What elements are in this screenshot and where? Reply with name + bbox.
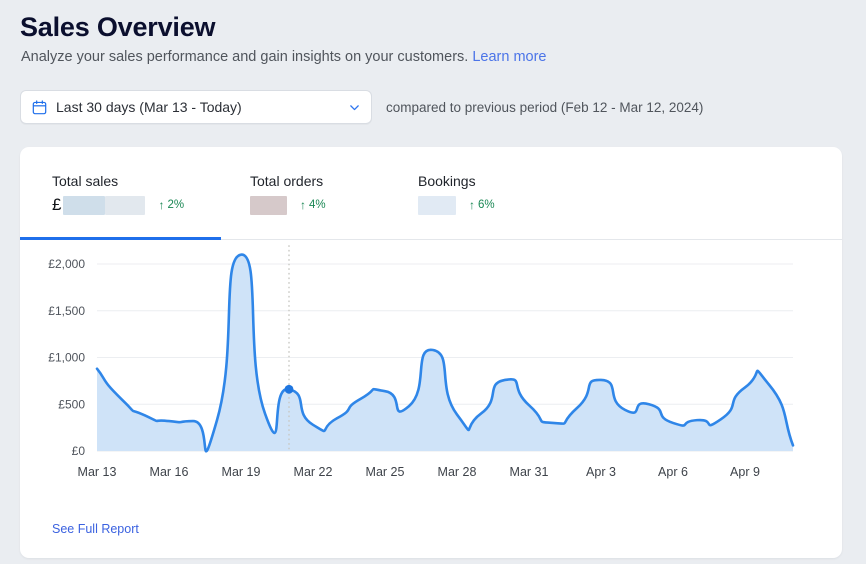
- x-axis-tick-label: Mar 16: [150, 465, 189, 479]
- page-title: Sales Overview: [20, 12, 216, 42]
- redacted-value-block: [250, 195, 287, 215]
- redacted-value-block: [105, 195, 146, 215]
- metric-value-bookings: ↑ 6%: [418, 195, 495, 215]
- x-axis-tick-label: Mar 19: [222, 465, 261, 479]
- metric-delta-total-orders: ↑ 4%: [300, 199, 326, 211]
- metric-value-total-orders: ↑ 4%: [250, 195, 326, 215]
- arrow-up-icon: ↑: [469, 198, 475, 212]
- sales-area-chart[interactable]: £0£500£1,000£1,500£2,000 Mar 13 Mar 16 Mar…: [20, 240, 842, 508]
- x-axis-tick-label: Mar 28: [438, 465, 477, 479]
- y-axis-tick-label: £0: [72, 444, 86, 458]
- page-subtitle: Analyze your sales performance and gain …: [21, 47, 547, 67]
- metric-delta-value: 4%: [309, 199, 326, 211]
- compare-period-text: compared to previous period (Feb 12 - Ma…: [386, 99, 704, 115]
- learn-more-link[interactable]: Learn more: [472, 49, 546, 65]
- metric-tabs: Total sales £ ↑ 2% Total orders ↑ 4% Boo…: [20, 147, 842, 240]
- page-subtitle-text: Analyze your sales performance and gain …: [21, 49, 469, 65]
- arrow-up-icon: ↑: [158, 198, 165, 212]
- metric-value-total-sales: £ ↑ 2%: [52, 195, 184, 215]
- y-axis-tick-label: £500: [58, 397, 85, 411]
- see-full-report-link[interactable]: See Full Report: [52, 522, 139, 536]
- x-axis-tick-label: Mar 22: [294, 465, 333, 479]
- date-range-value: Last 30 days (Mar 13 - Today): [56, 99, 242, 115]
- chart-x-axis-labels: Mar 13 Mar 16 Mar 19 Mar 22 Mar 25 Mar 28 Mar …: [78, 465, 760, 479]
- sales-card: Total sales £ ↑ 2% Total orders ↑ 4% Boo…: [20, 147, 842, 558]
- y-axis-tick-label: £1,500: [48, 304, 85, 318]
- metric-delta-bookings: ↑ 6%: [469, 199, 495, 211]
- y-axis-tick-label: £2,000: [48, 257, 85, 271]
- chart-y-axis-labels: £0 £500 £1,000 £1,500 £2,000: [48, 257, 85, 458]
- currency-symbol: £: [52, 195, 62, 214]
- x-axis-tick-label: Mar 31: [510, 465, 549, 479]
- metric-delta-value: 2%: [167, 199, 185, 211]
- x-axis-tick-label: Apr 6: [658, 465, 688, 479]
- sales-chart: £0 £500 £1,000 £1,500 £2,000 Mar 13 Mar 16 Mar…: [20, 240, 842, 508]
- sales-overview-page: Sales Overview Analyze your sales perfor…: [0, 0, 866, 564]
- metric-label-bookings: Bookings: [418, 173, 476, 189]
- redacted-value-block: [63, 195, 106, 215]
- date-range-row: Last 30 days (Mar 13 - Today) compared t…: [20, 90, 703, 124]
- chevron-down-icon[interactable]: [348, 101, 361, 114]
- metric-delta-value: 6%: [478, 199, 495, 211]
- metric-delta-total-sales: ↑ 2%: [158, 199, 184, 211]
- metric-label-total-sales: Total sales: [52, 173, 119, 189]
- metric-tab-bookings[interactable]: Bookings ↑ 6%: [418, 172, 495, 215]
- date-range-select[interactable]: Last 30 days (Mar 13 - Today): [20, 90, 372, 124]
- redacted-value-block: [418, 195, 456, 215]
- y-axis-tick-label: £1,000: [48, 351, 85, 365]
- metric-tab-total-orders[interactable]: Total orders ↑ 4%: [250, 172, 326, 215]
- x-axis-tick-label: Mar 25: [366, 465, 405, 479]
- calendar-icon: [32, 99, 47, 114]
- metric-tab-total-sales[interactable]: Total sales £ ↑ 2%: [52, 172, 184, 215]
- x-axis-tick-label: Apr 9: [730, 465, 760, 479]
- metric-label-total-orders: Total orders: [250, 173, 324, 189]
- chart-highlight-point[interactable]: [284, 384, 294, 394]
- x-axis-tick-label: Mar 13: [78, 465, 117, 479]
- arrow-up-icon: ↑: [300, 198, 306, 212]
- x-axis-tick-label: Apr 3: [586, 465, 616, 479]
